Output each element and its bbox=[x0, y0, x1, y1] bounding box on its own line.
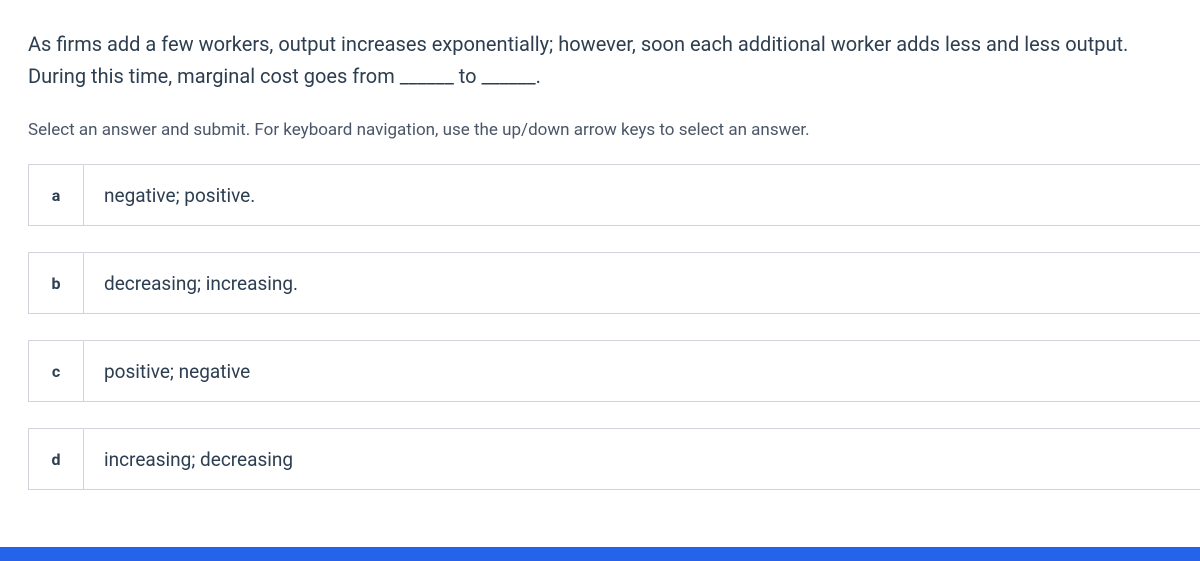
instruction-text: Select an answer and submit. For keyboar… bbox=[28, 120, 1200, 140]
option-text: decreasing; increasing. bbox=[84, 253, 298, 313]
option-b[interactable]: b decreasing; increasing. bbox=[28, 252, 1200, 314]
option-text: increasing; decreasing bbox=[84, 429, 293, 489]
options-list: a negative; positive. b decreasing; incr… bbox=[28, 164, 1200, 490]
option-letter: a bbox=[28, 165, 84, 225]
option-c[interactable]: c positive; negative bbox=[28, 340, 1200, 402]
option-letter: d bbox=[28, 429, 84, 489]
option-letter: b bbox=[28, 253, 84, 313]
option-text: negative; positive. bbox=[84, 165, 255, 225]
option-a[interactable]: a negative; positive. bbox=[28, 164, 1200, 226]
bottom-bar bbox=[0, 547, 1200, 561]
question-text: As firms add a few workers, output incre… bbox=[28, 28, 1200, 92]
option-letter: c bbox=[28, 341, 84, 401]
option-d[interactable]: d increasing; decreasing bbox=[28, 428, 1200, 490]
option-text: positive; negative bbox=[84, 341, 250, 401]
